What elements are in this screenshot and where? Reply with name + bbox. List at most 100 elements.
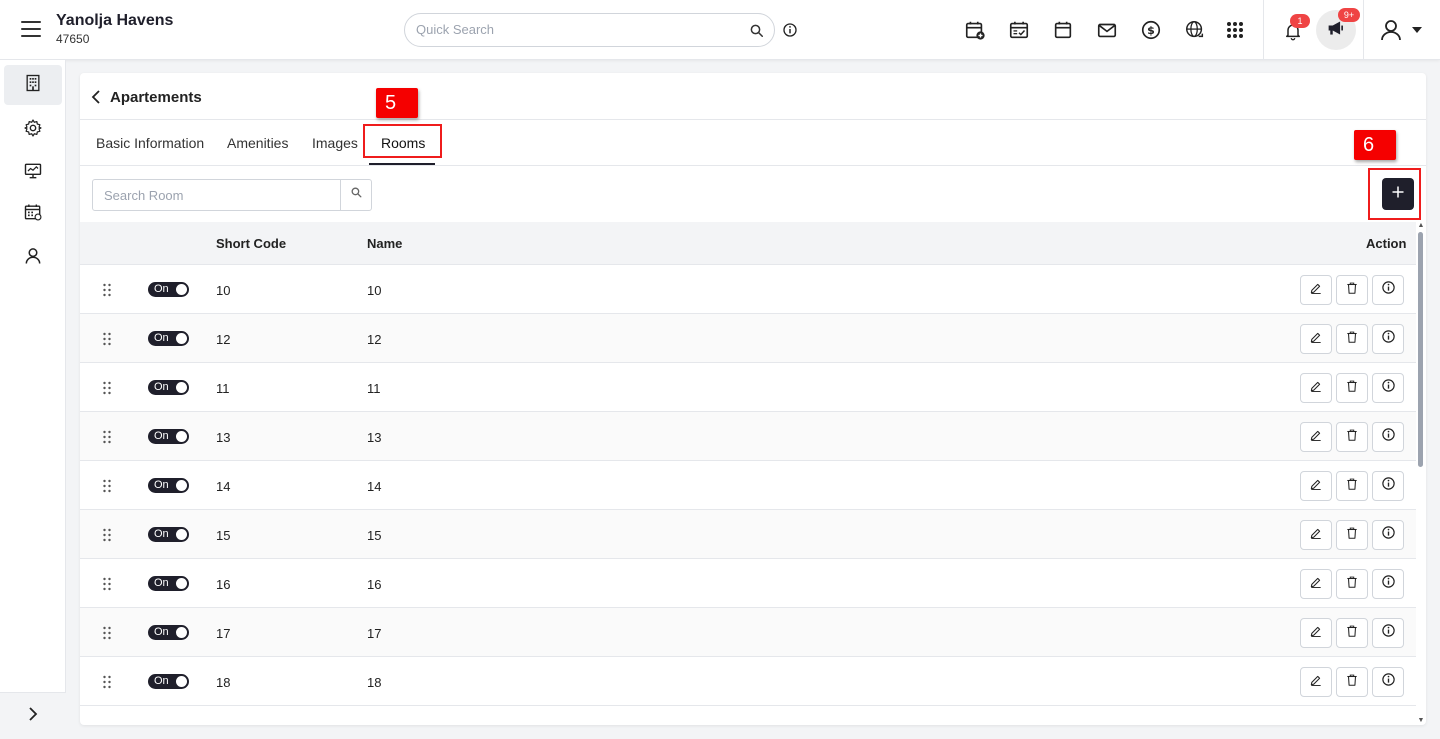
status-toggle[interactable]: On (148, 331, 189, 346)
toggle-knob (176, 382, 187, 393)
chevron-down-icon[interactable] (1407, 18, 1427, 42)
tab-basic-information[interactable]: Basic Information (96, 135, 204, 151)
toggle-knob (176, 431, 187, 442)
edit-button[interactable] (1300, 324, 1332, 354)
cell-short-code: 12 (216, 332, 231, 347)
status-toggle[interactable]: On (148, 625, 189, 640)
details-button[interactable] (1372, 471, 1404, 501)
status-toggle[interactable]: On (148, 282, 189, 297)
edit-button[interactable] (1300, 422, 1332, 452)
edit-button[interactable] (1300, 275, 1332, 305)
room-search-input[interactable] (104, 188, 334, 203)
header-divider (1363, 0, 1364, 60)
status-toggle[interactable]: On (148, 478, 189, 493)
drag-handle-icon[interactable] (102, 381, 112, 395)
info-icon[interactable] (782, 22, 798, 38)
delete-button[interactable] (1336, 520, 1368, 550)
info-icon (1381, 427, 1396, 447)
drag-handle-icon[interactable] (102, 577, 112, 591)
rooms-table: Short Code Name Action On 10 10 On 12 12 On 11 1… (80, 222, 1416, 706)
status-toggle[interactable]: On (148, 674, 189, 689)
delete-button[interactable] (1336, 471, 1368, 501)
details-button[interactable] (1372, 520, 1404, 550)
apps-grid-icon[interactable] (1223, 18, 1247, 42)
edit-button[interactable] (1300, 471, 1332, 501)
scroll-thumb[interactable] (1418, 232, 1423, 467)
tab-amenities[interactable]: Amenities (227, 135, 288, 151)
drag-handle-icon[interactable] (102, 528, 112, 542)
sidebar-item-users[interactable] (4, 238, 62, 278)
edit-button[interactable] (1300, 373, 1332, 403)
edit-button[interactable] (1300, 520, 1332, 550)
delete-button[interactable] (1336, 275, 1368, 305)
column-name: Name (367, 236, 403, 251)
details-button[interactable] (1372, 618, 1404, 648)
details-button[interactable] (1372, 275, 1404, 305)
status-toggle[interactable]: On (148, 527, 189, 542)
dollar-icon[interactable]: $ (1139, 18, 1163, 42)
details-button[interactable] (1372, 569, 1404, 599)
hamburger-menu-icon[interactable] (21, 21, 41, 37)
toggle-label: On (154, 675, 169, 687)
cell-name: 16 (367, 577, 382, 592)
delete-button[interactable] (1336, 569, 1368, 599)
table-row: On 10 10 (80, 265, 1416, 314)
sidebar-item-properties[interactable] (4, 65, 62, 105)
calendar-icon[interactable] (1051, 18, 1075, 42)
scroll-up-arrow-icon[interactable]: ▲ (1417, 222, 1425, 230)
chevron-right-icon (28, 706, 38, 726)
table-row: On 14 14 (80, 461, 1416, 510)
quick-search-input[interactable] (416, 22, 736, 37)
delete-button[interactable] (1336, 422, 1368, 452)
delete-button[interactable] (1336, 618, 1368, 648)
calendar-check-icon[interactable] (1007, 18, 1031, 42)
edit-button[interactable] (1300, 667, 1332, 697)
edit-button[interactable] (1300, 569, 1332, 599)
cell-short-code: 13 (216, 430, 231, 445)
user-avatar-icon[interactable] (1379, 18, 1403, 42)
drag-handle-icon[interactable] (102, 430, 112, 444)
table-scrollbar[interactable]: ▲ ▼ (1416, 222, 1426, 725)
globe-icon[interactable] (1183, 18, 1207, 42)
search-icon[interactable] (748, 22, 766, 40)
property-name: Yanolja Havens (56, 12, 174, 29)
details-button[interactable] (1372, 422, 1404, 452)
drag-handle-icon[interactable] (102, 626, 112, 640)
trash-icon (1345, 428, 1359, 447)
status-toggle[interactable]: On (148, 380, 189, 395)
step-marker-6: 6 (1354, 130, 1396, 160)
calendar-add-icon[interactable] (963, 18, 987, 42)
trash-icon (1345, 673, 1359, 692)
sidebar-item-monitor[interactable] (4, 153, 62, 193)
drag-handle-icon[interactable] (102, 332, 112, 346)
edit-button[interactable] (1300, 618, 1332, 648)
toggle-label: On (154, 381, 169, 393)
sidebar-expand-button[interactable] (0, 692, 66, 739)
room-search-button[interactable] (340, 180, 371, 210)
toggle-knob (176, 578, 187, 589)
delete-button[interactable] (1336, 324, 1368, 354)
drag-handle-icon[interactable] (102, 675, 112, 689)
delete-button[interactable] (1336, 667, 1368, 697)
cell-name: 10 (367, 283, 382, 298)
drag-handle-icon[interactable] (102, 283, 112, 297)
info-icon (1381, 378, 1396, 398)
details-button[interactable] (1372, 373, 1404, 403)
mail-icon[interactable] (1095, 18, 1119, 42)
status-toggle[interactable]: On (148, 576, 189, 591)
details-button[interactable] (1372, 667, 1404, 697)
sidebar-item-settings[interactable] (4, 110, 62, 150)
toggle-label: On (154, 430, 169, 442)
drag-handle-icon[interactable] (102, 479, 112, 493)
building-icon (23, 73, 43, 98)
back-arrow-icon[interactable] (86, 87, 106, 107)
sidebar-item-reservations[interactable] (4, 194, 62, 234)
tab-images[interactable]: Images (312, 135, 358, 151)
column-short-code: Short Code (216, 236, 287, 251)
cell-name: 13 (367, 430, 382, 445)
delete-button[interactable] (1336, 373, 1368, 403)
details-button[interactable] (1372, 324, 1404, 354)
status-toggle[interactable]: On (148, 429, 189, 444)
add-room-button[interactable] (1382, 178, 1414, 210)
scroll-down-arrow-icon[interactable]: ▼ (1417, 717, 1425, 725)
